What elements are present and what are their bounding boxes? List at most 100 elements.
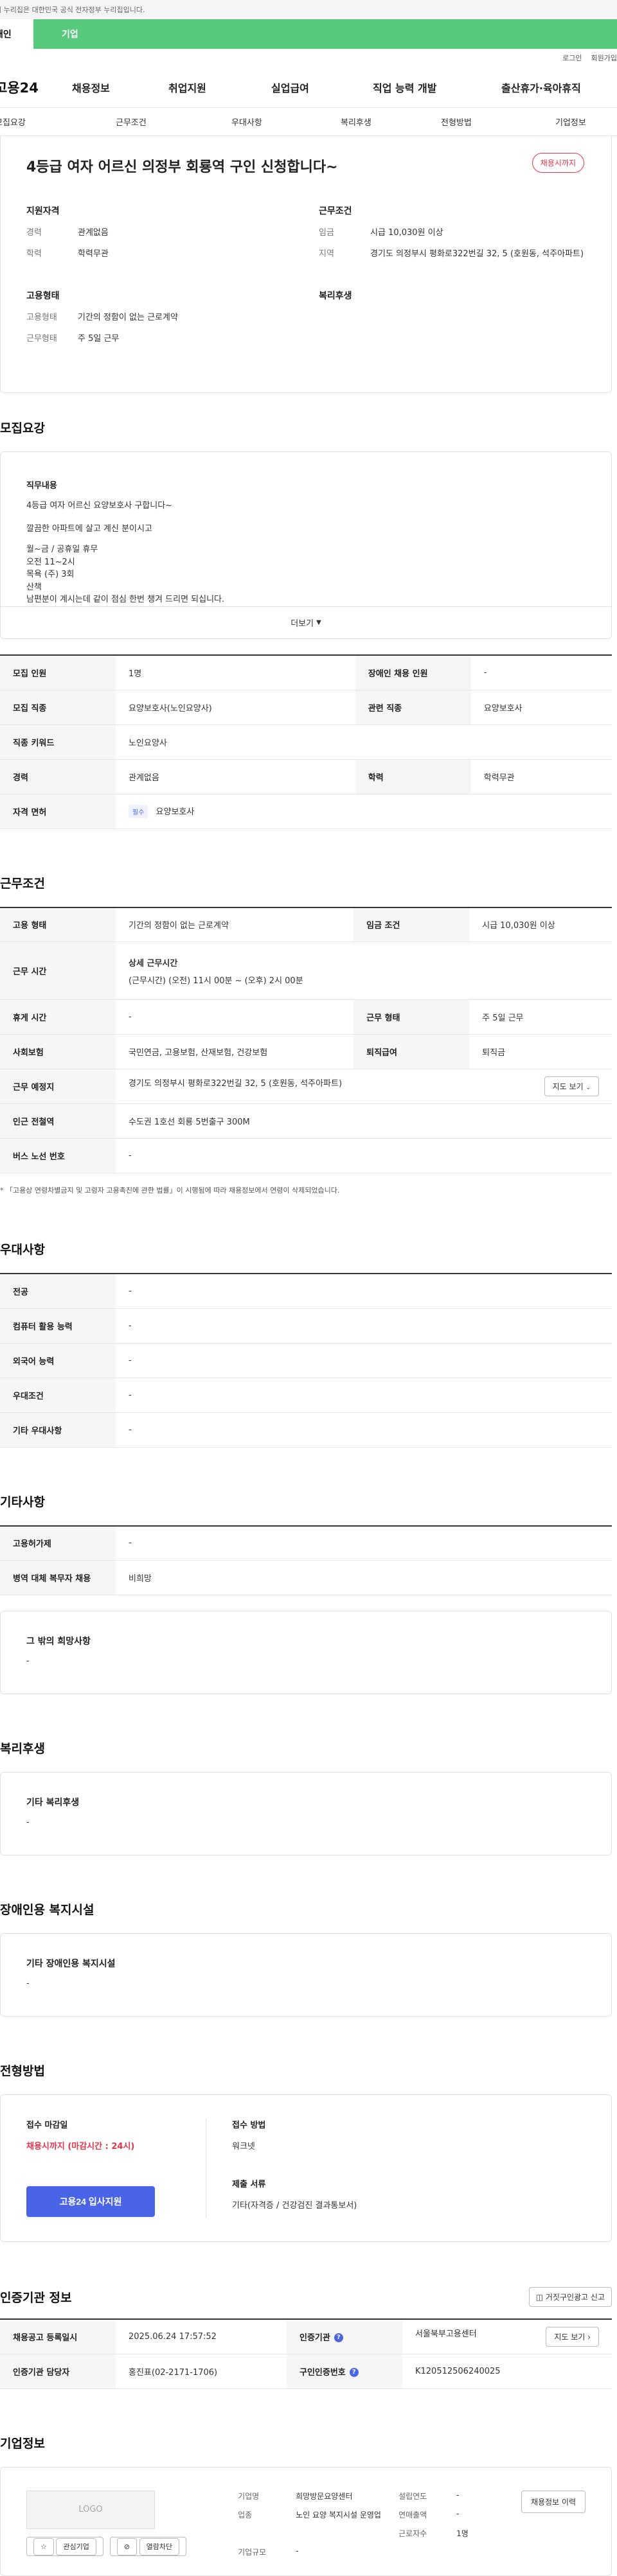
etc-table: 고용허가제 - 병역 대체 복무자 채용 비희망 bbox=[0, 1525, 612, 1595]
table-row: 컴퓨터 활용 능력 - bbox=[0, 1308, 612, 1344]
region-label: 지역 bbox=[319, 249, 334, 259]
gnb-item-jobs[interactable]: 채용정보 bbox=[72, 80, 168, 95]
gnb-item-unemployment-benefit[interactable]: 실업급여 bbox=[271, 80, 373, 95]
subnav-conditions[interactable]: 근무조건 bbox=[116, 116, 231, 128]
row-value: 노인요양사 bbox=[116, 724, 612, 760]
row-value: K120512506240025 bbox=[402, 2354, 612, 2389]
agency-map-button[interactable]: 지도 보기 › bbox=[546, 2326, 599, 2347]
job-history-button[interactable]: 채용정보 이력 bbox=[521, 2490, 586, 2513]
site-logo[interactable]: 고용24 bbox=[0, 78, 72, 97]
table-row: 모집 직종 요양보호사(노인요양사) 관련 직종 요양보호사 bbox=[0, 690, 612, 725]
table-row: 버스 노선 번호 - bbox=[0, 1138, 612, 1173]
subnav-company[interactable]: 기업정보 bbox=[555, 116, 586, 128]
block-icon: ⊘ bbox=[116, 2537, 138, 2555]
info-icon[interactable]: ? bbox=[349, 2368, 359, 2377]
table-row: 병역 대체 복무자 채용 비희망 bbox=[0, 1560, 612, 1595]
tab-company[interactable]: 기업 bbox=[33, 19, 617, 49]
map-view-button[interactable]: 지도 보기 ⌄ bbox=[544, 1076, 599, 1096]
desc-line: 월~금 / 공휴일 휴무 bbox=[26, 545, 98, 555]
company-name-label: 기업명 bbox=[238, 2491, 260, 2501]
wage-value: 시급 10,030원 이상 bbox=[370, 228, 443, 238]
row-label: 고용 형태 bbox=[0, 906, 116, 942]
block-label: 열람차단 bbox=[139, 2537, 180, 2555]
block-view-button[interactable]: ⊘ 열람차단 bbox=[109, 2536, 187, 2556]
sales-value: - bbox=[456, 2509, 460, 2518]
employment-section: 고용형태 고용형태 기간의 정함이 없는 근로계약 근무형태 주 5일 근무 bbox=[26, 289, 293, 355]
career-value: 관계없음 bbox=[78, 228, 109, 238]
num-label: 구인인증번호 bbox=[299, 2367, 346, 2378]
table-row: 경력 관계없음 학력 학력무관 bbox=[0, 759, 612, 794]
more-button[interactable]: 더보기 ▼ bbox=[1, 606, 611, 638]
user-type-tabs: 개인 기업 bbox=[0, 19, 617, 49]
row-value: - bbox=[116, 1308, 612, 1344]
gnb-item-leave[interactable]: 출산휴가·육아휴직 bbox=[501, 80, 581, 95]
row-label: 퇴직급여 bbox=[353, 1034, 470, 1069]
row-label: 고용허가제 bbox=[0, 1525, 116, 1561]
desc-line: 산책 bbox=[26, 582, 42, 592]
table-row: 우대조건 - bbox=[0, 1378, 612, 1413]
required-chip: 필수 bbox=[129, 804, 148, 818]
row-value: 관계없음 bbox=[116, 759, 355, 794]
subnav-preference[interactable]: 우대사항 bbox=[231, 116, 341, 128]
table-row: 모집 인원 1명 장애인 채용 인원 - bbox=[0, 654, 612, 690]
gov-notice-bar: 이 누리집은 대한민국 공식 전자정부 누리집입니다. bbox=[0, 0, 617, 19]
info-icon[interactable]: ? bbox=[334, 2333, 343, 2343]
chevron-down-icon: ▼ bbox=[316, 619, 321, 626]
industry-value: 노인 요양 복지시설 운영업 bbox=[296, 2510, 381, 2519]
disabled-box-heading: 기타 장애인용 복지시설 bbox=[26, 1959, 116, 1969]
company-logo-column: LOGO ☆ 관심기업 ⊘ 열람차단 bbox=[26, 2490, 187, 2556]
sub-nav: 모집요강 근무조건 우대사항 복리후생 전형방법 기업정보 bbox=[0, 108, 617, 136]
subnav-welfare[interactable]: 복리후생 bbox=[341, 116, 441, 128]
row-label: 외국어 능력 bbox=[0, 1343, 116, 1378]
place-value: 경기도 의정부시 평화로322번길 32, 5 (호원동, 석주아파트) bbox=[129, 1079, 343, 1089]
report-button-label: 거짓구인광고 신고 bbox=[545, 2293, 605, 2302]
company-box: LOGO ☆ 관심기업 ⊘ 열람차단 기업명 희망방문요양센터 설립연도 - 업… bbox=[0, 2466, 612, 2576]
row-label: 구인인증번호? bbox=[286, 2354, 402, 2389]
tab-personal[interactable]: 개인 bbox=[0, 19, 33, 49]
chevron-down-icon: ⌄ bbox=[586, 1085, 591, 1091]
desc-line: 4등급 여자 어르신 요양보호사 구합니다~ bbox=[26, 501, 173, 511]
agency-table: 채용공고 등록일시 2025.06.24 17:57:52 인증기관? 서울북부… bbox=[0, 2318, 612, 2389]
table-row: 외국어 능력 - bbox=[0, 1343, 612, 1378]
table-row: 근무 예정지 경기도 의정부시 평화로322번길 32, 5 (호원동, 석주아… bbox=[0, 1069, 612, 1104]
welfare-heading: 복리후생 bbox=[319, 290, 352, 301]
emptype-value: 기간의 정함이 없는 근로계약 bbox=[78, 312, 178, 322]
gnb-item-skills[interactable]: 직업 능력 개발 bbox=[373, 80, 501, 95]
job-title: 4등급 여자 어르신 의정부 회룡역 구인 신청합니다~ bbox=[26, 159, 338, 175]
method-heading: 접수 방법 bbox=[232, 2121, 266, 2130]
desc-line: 깔끔한 아파트에 살고 계신 분이시고 bbox=[26, 523, 152, 534]
desc-line: 목욕 (주) 3회 bbox=[26, 570, 75, 580]
row-label: 자격 면허 bbox=[0, 794, 116, 829]
subnav-process[interactable]: 전형방법 bbox=[441, 116, 555, 128]
job-description-box: 직무내용 4등급 여자 어르신 요양보호사 구합니다~ 깔끔한 아파트에 살고 … bbox=[0, 451, 612, 639]
emptype-label: 고용형태 bbox=[26, 312, 57, 322]
welfare-box-value: - bbox=[26, 1818, 30, 1827]
row-value: 시급 10,030원 이상 bbox=[469, 906, 612, 942]
deadline-heading: 접수 마감일 bbox=[26, 2121, 68, 2130]
apply-button[interactable]: 고용24 입사지원 bbox=[26, 2186, 155, 2217]
row-value: 홍진표(02-2171-1706) bbox=[116, 2354, 287, 2389]
subnav-recruit[interactable]: 모집요강 bbox=[0, 116, 116, 128]
more-label: 더보기 bbox=[291, 619, 314, 629]
desc-line: 오전 11~2시 bbox=[26, 557, 75, 567]
login-link[interactable]: 로그인 bbox=[562, 53, 582, 63]
summary-card: 4등급 여자 어르신 의정부 회룡역 구인 신청합니다~ 채용시까지 지원자격 … bbox=[0, 136, 612, 393]
row-value: - bbox=[116, 1412, 612, 1448]
company-section-title: 기업정보 bbox=[0, 2436, 45, 2451]
gnb-item-employment-support[interactable]: 취업지원 bbox=[168, 80, 271, 95]
table-row: 휴게 시간 - 근무 형태 주 5일 근무 bbox=[0, 999, 612, 1035]
preference-section-title: 우대사항 bbox=[0, 1243, 45, 1257]
preference-table: 전공 - 컴퓨터 활용 능력 - 외국어 능력 - 우대조건 - 기타 우대사항 - bbox=[0, 1273, 612, 1448]
row-label: 근무 형태 bbox=[353, 999, 470, 1035]
report-button[interactable]: ◫ 거짓구인광고 신고 bbox=[528, 2287, 612, 2307]
recruit-table: 모집 인원 1명 장애인 채용 인원 - 모집 직종 요양보호사(노인요양사) … bbox=[0, 654, 612, 829]
deadline-column: 접수 마감일 채용시까지 (마감시간 : 24시) 고용24 입사지원 bbox=[26, 2118, 206, 2218]
row-value: 주 5일 근무 bbox=[469, 999, 612, 1035]
row-label: 학력 bbox=[355, 759, 471, 794]
row-value: 학력무관 bbox=[470, 759, 612, 794]
row-label: 근무 예정지 bbox=[0, 1069, 116, 1104]
table-row: 사회보험 국민연금, 고용보험, 산재보험, 건강보험 퇴직급여 퇴직금 bbox=[0, 1034, 612, 1069]
signup-link[interactable]: 회원가입 bbox=[591, 53, 617, 63]
favorite-company-button[interactable]: ☆ 관심기업 bbox=[26, 2536, 103, 2556]
row-label: 모집 인원 bbox=[0, 654, 116, 690]
